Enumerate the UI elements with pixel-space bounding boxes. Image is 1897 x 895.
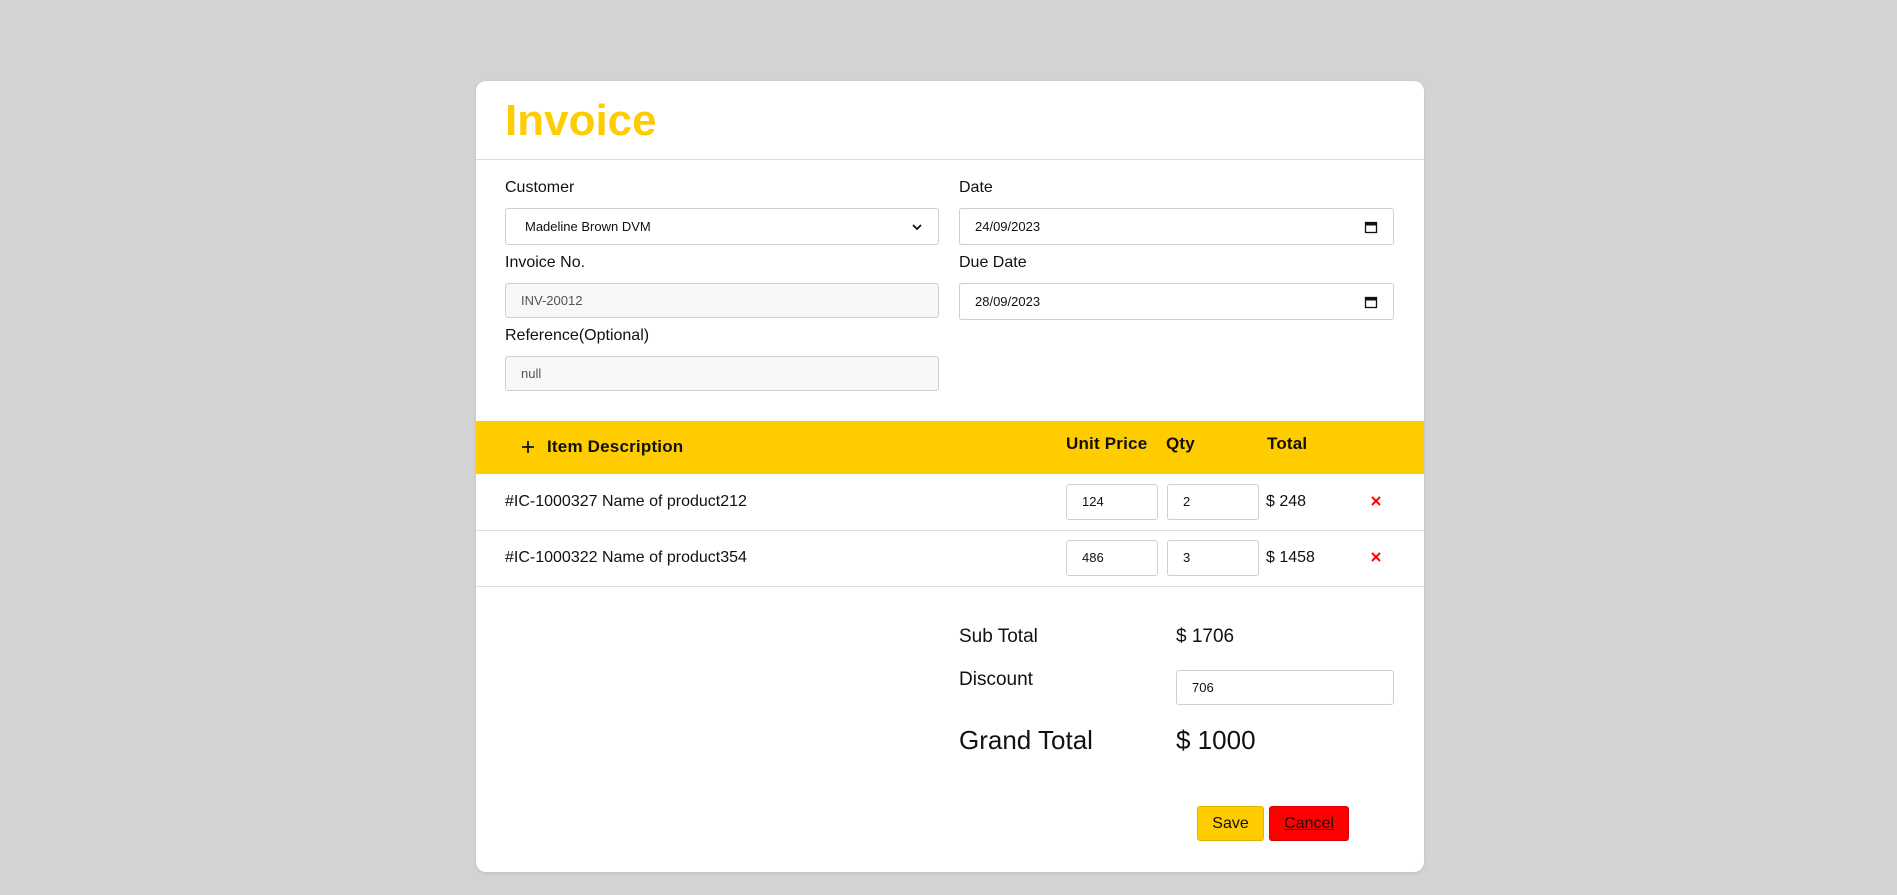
column-header-description: Item Description xyxy=(547,437,684,456)
customer-select[interactable]: Madeline Brown DVM xyxy=(505,208,939,245)
close-icon[interactable] xyxy=(1369,550,1383,564)
items-table-header: Item Description Unit Price Qty Total xyxy=(476,421,1424,474)
reference-label: Reference(Optional) xyxy=(505,327,650,344)
unit-price-input[interactable]: 486 xyxy=(1066,540,1158,576)
due-date-label: Due Date xyxy=(959,254,1027,271)
due-date-input[interactable]: 28/09/2023 xyxy=(959,283,1394,320)
reference-value: null xyxy=(521,366,542,381)
plus-icon[interactable] xyxy=(520,439,536,455)
due-date-input-value: 28/09/2023 xyxy=(975,294,1041,309)
unit-price-input[interactable]: 124 xyxy=(1066,484,1158,520)
grand-total-value: $ 1000 xyxy=(1176,725,1256,755)
item-description: #IC-1000322 Name of product354 xyxy=(505,549,747,566)
qty-input[interactable]: 2 xyxy=(1167,484,1259,520)
calendar-icon[interactable] xyxy=(1364,220,1378,234)
calendar-icon[interactable] xyxy=(1364,295,1378,309)
date-input[interactable]: 24/09/2023 xyxy=(959,208,1394,245)
customer-label: Customer xyxy=(505,179,575,196)
invoice-no-label: Invoice No. xyxy=(505,254,586,271)
discount-input[interactable]: 706 xyxy=(1176,670,1394,705)
item-description: #IC-1000327 Name of product212 xyxy=(505,493,747,510)
column-header-qty: Qty xyxy=(1166,434,1195,453)
close-icon[interactable] xyxy=(1369,494,1383,508)
card-header: Invoice xyxy=(476,81,1424,160)
reference-field[interactable]: null xyxy=(505,356,939,391)
date-input-value: 24/09/2023 xyxy=(975,219,1041,234)
chevron-down-icon xyxy=(912,223,922,230)
date-label: Date xyxy=(959,179,993,196)
cancel-button[interactable]: Cancel xyxy=(1269,806,1349,841)
subtotal-value: $ 1706 xyxy=(1176,626,1235,647)
subtotal-label: Sub Total xyxy=(959,626,1038,647)
row-total: $ 248 xyxy=(1266,493,1307,510)
row-total: $ 1458 xyxy=(1266,549,1315,566)
invoice-no-field[interactable]: INV-20012 xyxy=(505,283,939,318)
page-title: Invoice xyxy=(505,96,657,145)
column-header-unit-price: Unit Price xyxy=(1066,434,1148,453)
grand-total-label: Grand Total xyxy=(959,725,1093,755)
column-header-total: Total xyxy=(1267,434,1308,453)
discount-input-value: 706 xyxy=(1192,680,1214,695)
table-row: #IC-1000322 Name of product354 486 3 $ 1… xyxy=(476,530,1424,587)
discount-label: Discount xyxy=(959,669,1033,690)
invoice-no-value: INV-20012 xyxy=(521,293,583,308)
qty-input[interactable]: 3 xyxy=(1167,540,1259,576)
customer-select-value: Madeline Brown DVM xyxy=(525,219,651,234)
invoice-card: Invoice Customer Madeline Brown DVM Date… xyxy=(476,81,1424,872)
table-row: #IC-1000327 Name of product212 124 2 $ 2… xyxy=(476,474,1424,531)
save-button[interactable]: Save xyxy=(1197,806,1264,841)
